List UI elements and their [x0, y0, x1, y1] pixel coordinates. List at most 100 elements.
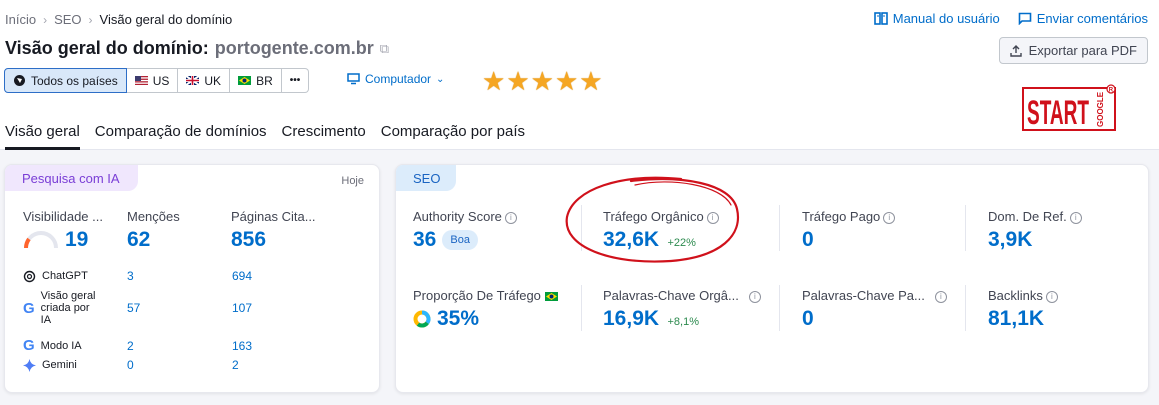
header-area: Início › SEO › Visão geral do domínio Ma…	[0, 0, 1159, 150]
device-selector[interactable]: Computador ⌄	[347, 72, 444, 86]
paid-traffic-label: Tráfego Pago	[802, 209, 881, 224]
country-us-button[interactable]: US	[126, 68, 179, 93]
page-title-domain[interactable]: portogente.com.br	[215, 38, 374, 59]
send-feedback-label: Enviar comentários	[1036, 11, 1148, 26]
ai-row-name: ChatGPT	[42, 270, 88, 282]
backlinks-metric[interactable]: Backlinks i 81,1K	[988, 288, 1058, 331]
export-pdf-button[interactable]: Exportar para PDF	[998, 37, 1148, 64]
info-icon[interactable]: i	[1045, 290, 1058, 303]
authority-score-label: Authority Score	[413, 209, 502, 224]
monitor-icon	[347, 73, 360, 85]
country-all-button[interactable]: Todos os países	[4, 68, 127, 93]
organic-keywords-value: 16,9K	[603, 307, 660, 330]
star-icon: ★	[530, 66, 554, 96]
cited-pages-value: 856	[231, 228, 267, 251]
cited-pages-label: Páginas Cita...	[231, 209, 316, 224]
traffic-share-value: 35%	[437, 307, 480, 330]
cited-pages-metric[interactable]: Páginas Cita... 856	[231, 209, 316, 252]
referring-domains-label: Dom. De Ref.	[988, 209, 1067, 224]
more-icon: •••	[289, 75, 301, 86]
paid-traffic-metric[interactable]: Tráfego Pago i 0	[802, 209, 896, 252]
ai-row-pages[interactable]: 163	[232, 339, 252, 353]
chatgpt-icon	[23, 270, 36, 282]
ai-row-mentions[interactable]: 0	[127, 358, 232, 372]
chevron-right-icon: ›	[43, 12, 48, 27]
chevron-down-icon: ⌄	[436, 73, 445, 85]
book-icon	[873, 12, 888, 25]
ai-row-pages[interactable]: 2	[232, 358, 239, 372]
star-rating: ★ ★ ★ ★ ★	[482, 68, 603, 94]
backlinks-value: 81,1K	[988, 307, 1045, 330]
tab-overview[interactable]: Visão geral	[5, 123, 80, 150]
paid-keywords-metric[interactable]: Palavras-Chave Pa... i 0	[802, 288, 947, 331]
referring-domains-value: 3,9K	[988, 228, 1033, 251]
referring-domains-metric[interactable]: Dom. De Ref. i 3,9K	[988, 209, 1082, 252]
ai-row-mentions[interactable]: 2	[127, 339, 232, 353]
visibility-value: 19	[65, 228, 89, 251]
authority-score-metric[interactable]: Authority Score i 36 Boa	[413, 209, 517, 252]
breadcrumb-seo[interactable]: SEO	[54, 12, 81, 27]
globe-icon	[14, 75, 25, 86]
info-icon[interactable]: i	[504, 211, 517, 224]
ai-row-ai-overview: G Visão geral criada por IA 57 107	[23, 290, 252, 326]
tab-domain-comparison[interactable]: Comparação de domínios	[95, 123, 267, 150]
visibility-metric[interactable]: Visibilidade ... 19	[23, 209, 103, 252]
start-google-logo: START GOOGLE R	[1022, 84, 1116, 132]
breadcrumb-home[interactable]: Início	[5, 12, 36, 27]
today-label: Hoje	[341, 175, 364, 187]
device-label: Computador	[365, 72, 432, 86]
seo-chip: SEO	[396, 165, 456, 191]
tab-country-comparison[interactable]: Comparação por país	[381, 123, 525, 150]
external-link-icon[interactable]: ⧉	[380, 41, 389, 57]
divider	[779, 285, 780, 331]
organic-keywords-metric[interactable]: Palavras-Chave Orgâ... i 16,9K +8,1%	[603, 288, 761, 331]
br-flag-icon	[544, 292, 558, 302]
ai-row-mentions[interactable]: 3	[127, 269, 232, 283]
google-icon: G	[23, 337, 35, 354]
svg-text:R: R	[1109, 88, 1114, 94]
tab-growth[interactable]: Crescimento	[282, 123, 366, 150]
country-uk-button[interactable]: UK	[178, 68, 231, 93]
traffic-share-label: Proporção De Tráfego	[413, 288, 541, 303]
ai-row-chatgpt: ChatGPT 3 694	[23, 269, 252, 283]
divider	[779, 205, 780, 251]
paid-traffic-value: 0	[802, 228, 814, 251]
star-icon: ★	[482, 66, 506, 96]
traffic-share-metric[interactable]: Proporção De Tráfego 35%	[413, 288, 558, 331]
country-br-label: BR	[256, 73, 273, 88]
user-manual-label: Manual do usuário	[892, 11, 1000, 26]
country-selector: Todos os países US UK BR •••	[4, 68, 310, 93]
ai-row-name: Gemini	[42, 359, 77, 371]
breadcrumb-current: Visão geral do domínio	[99, 12, 233, 27]
star-icon: ★	[554, 66, 579, 96]
br-flag-icon	[238, 76, 252, 85]
ai-row-mentions[interactable]: 57	[127, 301, 232, 315]
send-feedback-link[interactable]: Enviar comentários	[1018, 11, 1148, 26]
organic-keywords-label: Palavras-Chave Orgâ...	[603, 288, 739, 303]
top-links: Manual do usuário Enviar comentários	[873, 11, 1148, 26]
info-icon[interactable]: i	[883, 211, 896, 224]
ai-search-chip: Pesquisa com IA	[5, 165, 138, 191]
info-icon[interactable]: i	[934, 290, 947, 303]
visibility-label: Visibilidade ...	[23, 209, 103, 224]
mentions-metric[interactable]: Menções 62	[127, 209, 180, 252]
donut-chart-icon	[413, 310, 431, 328]
svg-text:START: START	[1027, 94, 1089, 132]
page-title: Visão geral do domínio: portogente.com.b…	[5, 38, 389, 59]
svg-text:GOOGLE: GOOGLE	[1096, 91, 1105, 127]
ai-search-card: Pesquisa com IA Hoje Visibilidade ... 19…	[4, 164, 380, 393]
info-icon[interactable]: i	[1069, 211, 1082, 224]
country-uk-label: UK	[204, 73, 222, 88]
info-icon[interactable]: i	[748, 290, 761, 303]
comment-icon	[1018, 12, 1032, 25]
ai-row-pages[interactable]: 694	[232, 269, 252, 283]
ai-row-name: Visão geral criada por IA	[40, 290, 96, 326]
country-br-button[interactable]: BR	[230, 68, 282, 93]
authority-score-value: 36	[413, 228, 437, 251]
ai-row-pages[interactable]: 107	[232, 301, 252, 315]
more-countries-button[interactable]: •••	[281, 68, 310, 93]
export-pdf-label: Exportar para PDF	[1028, 43, 1137, 58]
chevron-right-icon: ›	[88, 12, 93, 27]
country-all-label: Todos os países	[31, 73, 118, 88]
user-manual-link[interactable]: Manual do usuário	[873, 11, 1000, 26]
